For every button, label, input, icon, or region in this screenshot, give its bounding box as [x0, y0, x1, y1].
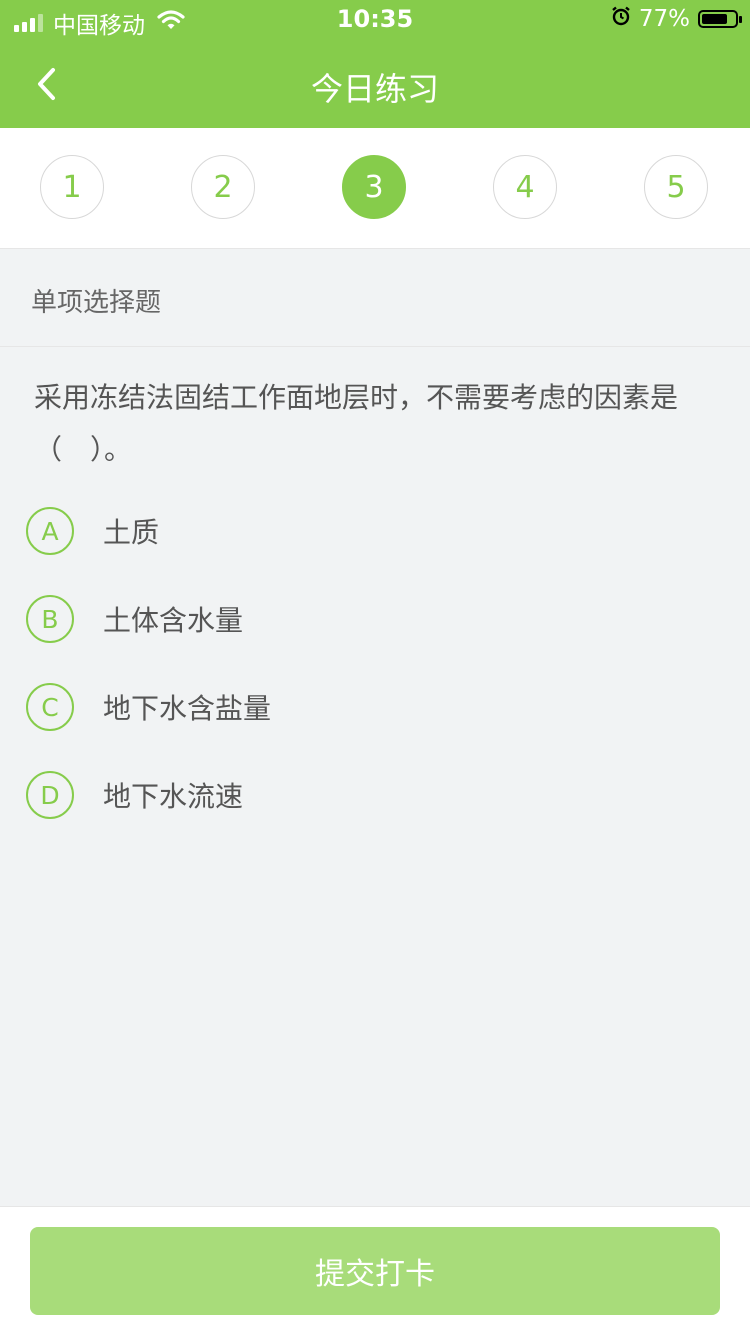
question-type-bar: 单项选择题 — [0, 248, 750, 347]
option-text: 地下水流速 — [103, 780, 244, 813]
nav-bar: 今日练习 — [0, 50, 750, 120]
option-letter: B — [26, 595, 74, 643]
option-text: 土体含水量 — [103, 604, 244, 637]
option-a[interactable]: A 土质 — [26, 505, 726, 557]
option-letter: A — [26, 507, 74, 555]
step-5[interactable]: 5 — [644, 155, 708, 219]
question-text: 采用冻结法固结工作面地层时，不需要考虑的因素是（ ）。 — [34, 381, 679, 466]
question-steps: 1 2 3 4 5 — [0, 128, 750, 249]
option-c[interactable]: C 地下水含盐量 — [26, 681, 726, 733]
footer: 提交打卡 — [0, 1206, 750, 1335]
battery-icon — [698, 10, 742, 28]
submit-checkin-button[interactable]: 提交打卡 — [30, 1227, 720, 1315]
page-title: 今日练习 — [310, 70, 439, 108]
option-letter: D — [26, 771, 74, 819]
battery-percent: 77% — [638, 6, 690, 32]
option-b[interactable]: B 土体含水量 — [26, 593, 726, 645]
option-text: 土质 — [103, 516, 160, 549]
question-type-label: 单项选择题 — [31, 288, 162, 318]
option-letter: C — [26, 683, 74, 731]
step-1[interactable]: 1 — [40, 155, 104, 219]
status-bar: 中国移动 10:35 77% — [0, 0, 750, 40]
alarm-icon — [611, 6, 631, 32]
step-2[interactable]: 2 — [191, 155, 255, 219]
header: 中国移动 10:35 77% 今日练习 — [0, 0, 750, 128]
option-d[interactable]: D 地下水流速 — [26, 769, 726, 821]
step-4[interactable]: 4 — [493, 155, 557, 219]
step-3[interactable]: 3 — [342, 155, 406, 219]
option-text: 地下水含盐量 — [103, 692, 272, 725]
